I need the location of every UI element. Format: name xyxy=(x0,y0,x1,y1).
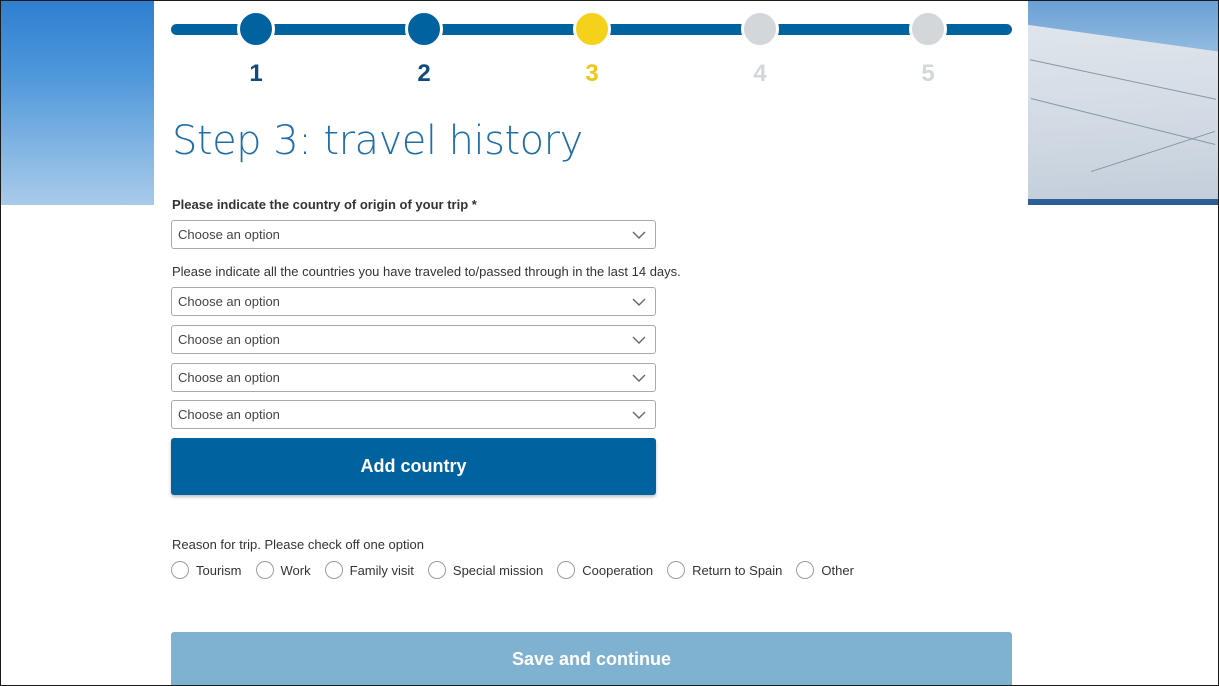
step-4-number: 4 xyxy=(753,60,767,87)
radio-circle-icon[interactable] xyxy=(667,561,686,579)
radio-circle-icon[interactable] xyxy=(324,561,343,579)
step-2-number: 2 xyxy=(417,60,431,87)
save-and-continue-button[interactable]: Save and continue xyxy=(171,632,1012,686)
radio-circle-icon[interactable] xyxy=(796,561,815,579)
origin-country-select-value: Choose an option xyxy=(178,227,280,242)
visited-country-select-2[interactable]: Choose an option xyxy=(171,325,656,354)
radio-option-cooperation[interactable]: Cooperation xyxy=(557,561,653,579)
radio-option-work[interactable]: Work xyxy=(255,561,311,579)
trip-reason-radio-group: Tourism Work Family visit Special missio… xyxy=(171,560,868,580)
radio-option-label: Family visit xyxy=(349,562,414,578)
step-1-dot xyxy=(237,10,275,48)
step-3-number: 3 xyxy=(585,60,599,87)
origin-country-select[interactable]: Choose an option xyxy=(171,220,656,249)
radio-option-tourism[interactable]: Tourism xyxy=(171,561,242,579)
visited-country-select-value: Choose an option xyxy=(178,332,280,347)
step-5-number: 5 xyxy=(921,60,935,87)
add-country-button[interactable]: Add country xyxy=(171,438,656,495)
step-1-number: 1 xyxy=(249,60,263,87)
hero-image-wing-right xyxy=(1028,1,1218,205)
progress-stepper: 1 2 3 4 5 xyxy=(171,10,1012,90)
trip-reason-label: Reason for trip. Please check off one op… xyxy=(172,537,424,552)
radio-option-return-to-spain[interactable]: Return to Spain xyxy=(667,561,782,579)
chevron-down-icon xyxy=(632,298,646,306)
radio-option-other[interactable]: Other xyxy=(796,561,854,579)
visited-country-select-value: Choose an option xyxy=(178,370,280,385)
radio-option-family-visit[interactable]: Family visit xyxy=(324,561,414,579)
chevron-down-icon xyxy=(632,411,646,419)
radio-circle-icon[interactable] xyxy=(427,561,446,579)
chevron-down-icon xyxy=(632,336,646,344)
radio-option-label: Return to Spain xyxy=(692,562,783,578)
radio-option-special-mission[interactable]: Special mission xyxy=(427,561,544,579)
wing-edge xyxy=(1028,199,1218,205)
step-2-dot xyxy=(405,10,443,48)
origin-country-label: Please indicate the country of origin of… xyxy=(172,197,477,212)
visited-countries-label: Please indicate all the countries you ha… xyxy=(172,264,681,279)
visited-country-select-4[interactable]: Choose an option xyxy=(171,400,656,429)
step-5-dot xyxy=(909,10,947,48)
step-3-dot xyxy=(573,10,611,48)
radio-option-label: Other xyxy=(821,562,854,578)
visited-country-select-3[interactable]: Choose an option xyxy=(171,363,656,392)
page-title: Step 3: travel history xyxy=(172,118,583,164)
chevron-down-icon xyxy=(632,231,646,239)
wing-shape xyxy=(1028,24,1218,205)
radio-option-label: Special mission xyxy=(452,562,544,578)
step-4-dot xyxy=(741,10,779,48)
visited-country-select-value: Choose an option xyxy=(178,294,280,309)
visited-country-select-value: Choose an option xyxy=(178,407,280,422)
visited-country-select-1[interactable]: Choose an option xyxy=(171,287,656,316)
radio-circle-icon[interactable] xyxy=(255,561,274,579)
radio-option-label: Tourism xyxy=(196,562,242,578)
radio-circle-icon[interactable] xyxy=(171,561,189,579)
radio-circle-icon[interactable] xyxy=(557,561,576,579)
radio-option-label: Work xyxy=(280,562,311,578)
radio-option-label: Cooperation xyxy=(582,562,654,578)
hero-image-sky-left xyxy=(1,1,154,205)
form-panel: 1 2 3 4 5 Step 3: travel history Please … xyxy=(155,0,1028,686)
chevron-down-icon xyxy=(632,374,646,382)
